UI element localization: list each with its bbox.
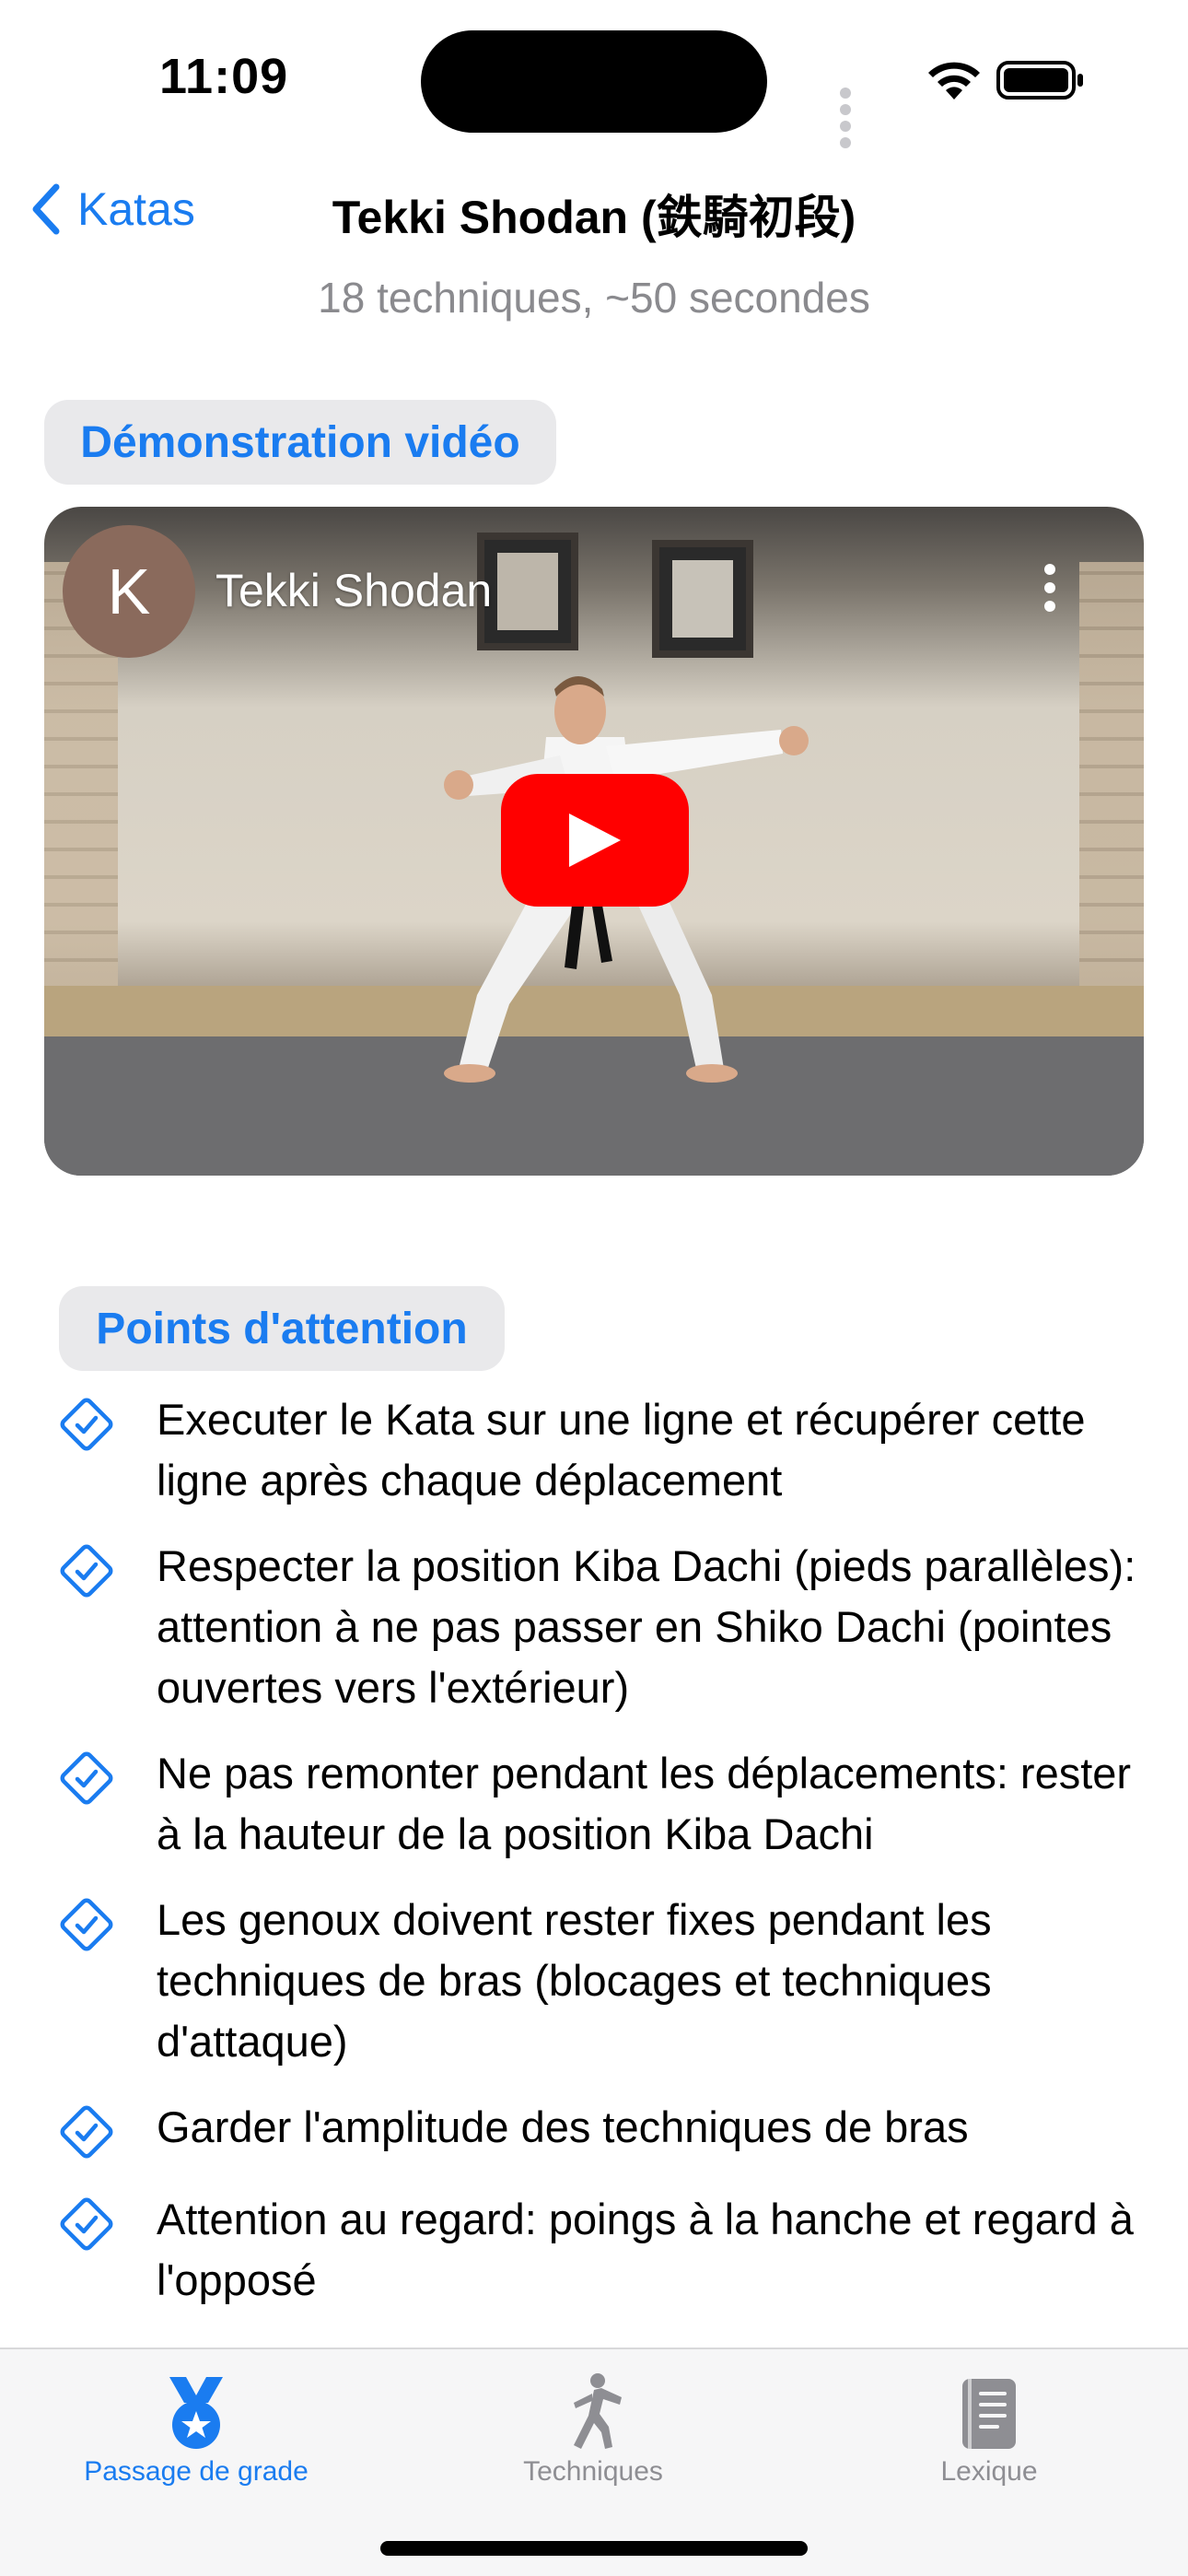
tab-passage-de-grade[interactable]: Passage de grade <box>58 2359 334 2488</box>
list-item: Executer le Kata sur une ligne et récupé… <box>59 1389 1146 1511</box>
checkmark-seal-icon <box>60 1751 113 1805</box>
tab-label: Passage de grade <box>84 2456 309 2487</box>
wifi-icon <box>928 62 980 100</box>
point-text: Executer le Kata sur une ligne et récupé… <box>157 1395 1086 1505</box>
status-time: 11:09 <box>159 49 289 104</box>
list-item: Respecter la position Kiba Dachi (pieds … <box>59 1536 1146 1718</box>
checkmark-seal-icon <box>60 1544 113 1598</box>
tab-label: Techniques <box>523 2456 663 2487</box>
tab-lexique[interactable]: Lexique <box>851 2359 1127 2488</box>
tab-techniques[interactable]: Techniques <box>455 2359 731 2488</box>
point-text: Garder l'amplitude des techniques de bra… <box>157 2102 969 2151</box>
list-item: Garder l'amplitude des techniques de bra… <box>59 2097 1146 2164</box>
play-button[interactable] <box>501 774 689 907</box>
home-indicator[interactable] <box>380 2541 808 2556</box>
point-text: Respecter la position Kiba Dachi (pieds … <box>157 1541 1136 1712</box>
tab-label: Lexique <box>940 2456 1038 2487</box>
point-text: Attention au regard: poings à la hanche … <box>157 2195 1134 2304</box>
play-icon <box>569 814 621 867</box>
point-text: Les genoux doivent rester fixes pendant … <box>157 1895 992 2066</box>
list-item: Ne pas remonter pendant les déplacements… <box>59 1743 1146 1865</box>
video-section-heading: Démonstration vidéo <box>44 400 556 485</box>
video-player[interactable]: K Tekki Shodan <box>44 507 1144 1176</box>
video-title[interactable]: Tekki Shodan <box>215 564 492 617</box>
checkmark-seal-icon <box>60 1898 113 1951</box>
figure-kick-icon <box>574 2373 622 2449</box>
more-options-icon[interactable] <box>1044 564 1055 619</box>
battery-icon <box>996 61 1083 100</box>
channel-avatar[interactable]: K <box>63 525 195 658</box>
list-item: Attention au regard: poings à la hanche … <box>59 2189 1146 2311</box>
list-item: Les genoux doivent rester fixes pendant … <box>59 1890 1146 2072</box>
page-subtitle: 18 techniques, ~50 secondes <box>318 274 870 322</box>
medal-icon <box>169 2377 223 2449</box>
checkmark-seal-icon <box>60 2105 113 2159</box>
point-text: Ne pas remonter pendant les déplacements… <box>157 1749 1132 1858</box>
dynamic-island <box>421 30 767 133</box>
book-icon <box>962 2379 1016 2449</box>
checkmark-seal-icon <box>60 1398 113 1451</box>
cellular-signal-icon <box>840 87 856 153</box>
page-title: Tekki Shodan (鉄騎初段) <box>332 192 856 243</box>
points-section-heading: Points d'attention <box>59 1286 505 1371</box>
points-list: Executer le Kata sur une ligne et récupé… <box>59 1389 1146 2336</box>
checkmark-seal-icon <box>60 2197 113 2251</box>
kata-detail-screen: 11:09 Katas Tekki Shodan (鉄騎初段) 18 techn… <box>0 0 1188 2576</box>
